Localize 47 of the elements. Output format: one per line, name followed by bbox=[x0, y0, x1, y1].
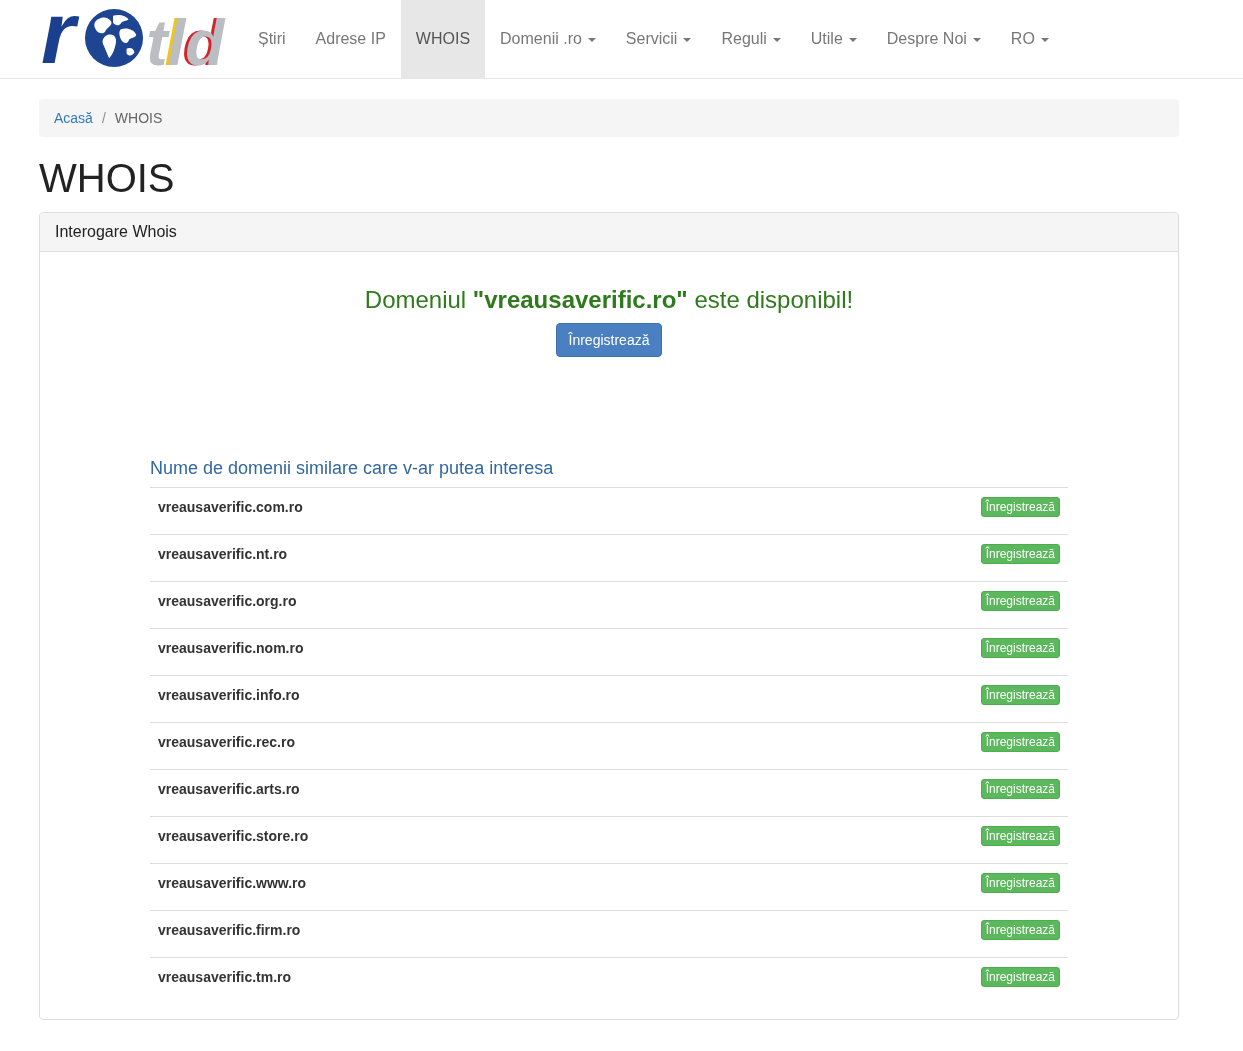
caret-icon bbox=[683, 37, 692, 42]
panel-title: Interogare Whois bbox=[40, 213, 1178, 252]
register-button[interactable]: Înregistrează bbox=[980, 967, 1060, 988]
caret-icon bbox=[848, 37, 857, 42]
domain-name: vreausaverific.info.ro bbox=[158, 686, 300, 706]
breadcrumb-current: WHOIS bbox=[114, 109, 163, 128]
nav-link[interactable]: Utile bbox=[795, 0, 872, 78]
caret-icon bbox=[587, 37, 596, 42]
caret-icon bbox=[972, 37, 981, 42]
domain-name: vreausaverific.firm.ro bbox=[158, 921, 301, 941]
register-button[interactable]: Înregistrează bbox=[980, 920, 1060, 941]
domain-name: vreausaverific.www.ro bbox=[158, 874, 307, 894]
logo-text[interactable]: r bbox=[41, 3, 85, 63]
section-title: Nume de domenii similare care v-ar putea interesa bbox=[150, 458, 555, 479]
nav-link[interactable]: Servicii bbox=[610, 0, 707, 78]
caret-icon bbox=[1040, 37, 1049, 42]
domain-name: vreausaverific.nt.ro bbox=[158, 545, 288, 565]
register-button[interactable]: Înregistrează bbox=[980, 544, 1060, 565]
domain-name: vreausaverific.arts.ro bbox=[158, 780, 300, 800]
nav-link[interactable]: Domenii .ro bbox=[485, 0, 611, 78]
caret-icon bbox=[772, 37, 781, 42]
breadcrumb-separator: / bbox=[101, 109, 106, 128]
domain-name: vreausaverific.com.ro bbox=[158, 498, 303, 518]
register-button[interactable]: Înregistrează bbox=[555, 323, 663, 358]
register-button[interactable]: Înregistrează bbox=[980, 685, 1060, 706]
domain-name: vreausaverific.store.ro bbox=[158, 827, 309, 847]
register-button[interactable]: Înregistrează bbox=[980, 779, 1060, 800]
globe-icon[interactable] bbox=[84, 8, 145, 68]
nav-link[interactable]: WHOIS bbox=[400, 0, 486, 78]
nav-link[interactable]: Despre Noi bbox=[871, 0, 996, 78]
register-button[interactable]: Înregistrează bbox=[980, 638, 1060, 659]
breadcrumb-link[interactable]: Acasă bbox=[54, 108, 93, 128]
register-button[interactable]: Înregistrează bbox=[980, 591, 1060, 612]
nav-link[interactable]: RO bbox=[995, 0, 1064, 78]
availability-message: Domeniul "vreausaverific.ro" este disponibil! bbox=[364, 287, 854, 314]
register-button[interactable]: Înregistrează bbox=[980, 732, 1060, 753]
register-button[interactable]: Înregistrează bbox=[980, 826, 1060, 847]
domain-name: vreausaverific.tm.ro bbox=[158, 968, 292, 988]
nav-link[interactable]: Știri bbox=[243, 0, 301, 78]
nav-link[interactable]: Reguli bbox=[706, 0, 796, 78]
domain-name: vreausaverific.rec.ro bbox=[158, 733, 295, 753]
page-title: WHOIS bbox=[39, 156, 176, 200]
domain-name: vreausaverific.org.ro bbox=[158, 592, 297, 612]
nav-link[interactable]: Adrese IP bbox=[300, 0, 401, 78]
domain-name: vreausaverific.nom.ro bbox=[158, 639, 304, 659]
register-button[interactable]: Înregistrează bbox=[980, 497, 1060, 518]
register-button[interactable]: Înregistrează bbox=[980, 873, 1060, 894]
